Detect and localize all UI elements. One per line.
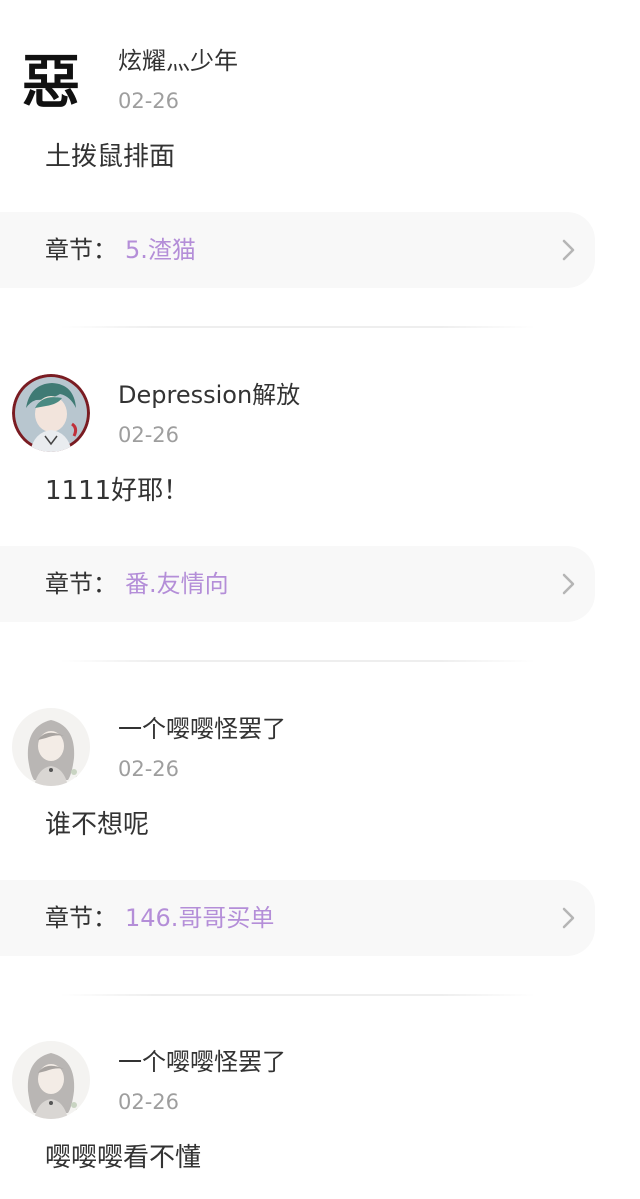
comment-divider — [60, 660, 535, 662]
chapter-link[interactable]: 章节： 5.渣猫 — [0, 212, 595, 288]
comment-divider — [60, 994, 535, 996]
chevron-right-icon — [562, 239, 575, 261]
chapter-name: 5.渣猫 — [125, 236, 196, 264]
chapter-label: 章节： — [45, 570, 117, 598]
chapter-link[interactable]: 章节： 番.友情向 — [0, 546, 595, 622]
avatar[interactable]: 惡 — [12, 42, 90, 120]
calligraphy-avatar-image: 惡 — [22, 48, 80, 116]
chevron-right-icon — [562, 907, 575, 929]
comment-date: 02-26 — [118, 423, 180, 447]
comment-date: 02-26 — [118, 1090, 180, 1114]
chapter-name: 番.友情向 — [125, 570, 229, 598]
chapter-label: 章节： — [45, 904, 117, 932]
username[interactable]: 炫耀灬少年 — [118, 46, 238, 76]
avatar-glyph: 惡 — [22, 48, 80, 116]
girl-avatar-image — [12, 1041, 90, 1119]
comment-date: 02-26 — [118, 757, 180, 781]
avatar[interactable] — [12, 374, 90, 452]
comment-date: 02-26 — [118, 89, 180, 113]
avatar[interactable] — [12, 1041, 90, 1119]
comment-text: 嘤嘤嘤看不懂 — [45, 1143, 202, 1173]
chapter-name: 146.哥哥买单 — [125, 904, 275, 932]
chapter-label: 章节： — [45, 236, 117, 264]
username[interactable]: 一个嘤嘤怪罢了 — [118, 1047, 286, 1077]
comment-text: 谁不想呢 — [45, 810, 150, 840]
avatar[interactable] — [12, 708, 90, 786]
girl-avatar-image — [12, 708, 90, 786]
comment-text: 土拨鼠排面 — [45, 142, 176, 172]
username[interactable]: 一个嘤嘤怪罢了 — [118, 714, 286, 744]
chevron-right-icon — [562, 573, 575, 595]
comment-text: 1111好耶！ — [45, 476, 190, 506]
comment-divider — [60, 326, 535, 328]
anime-avatar-image — [12, 374, 90, 452]
username[interactable]: Depression解放 — [118, 380, 300, 410]
chapter-link[interactable]: 章节： 146.哥哥买单 — [0, 880, 595, 956]
